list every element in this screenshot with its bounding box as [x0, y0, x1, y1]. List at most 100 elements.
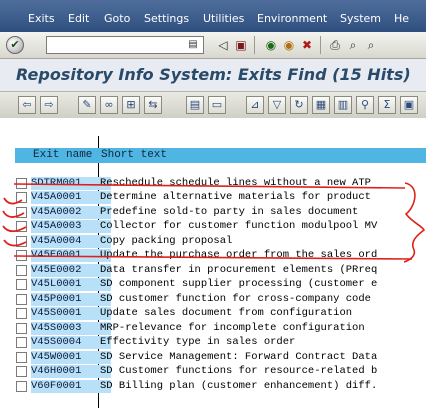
- exit-name[interactable]: V45E0002: [31, 264, 111, 277]
- find-icon[interactable]: ⌕: [344, 36, 362, 54]
- short-text: Copy packing proposal: [100, 235, 233, 247]
- export-icon[interactable]: ▦: [312, 96, 330, 114]
- column-header-short-text[interactable]: Short text: [101, 148, 167, 163]
- list-row[interactable]: V45E0002 Data transfer in procurement el…: [16, 264, 426, 277]
- row-checkbox[interactable]: [16, 236, 27, 247]
- list-row[interactable]: V45P0001 SD customer function for cross-…: [16, 293, 426, 306]
- list-row[interactable]: V45S0001 Update sales document from conf…: [16, 307, 426, 320]
- row-checkbox[interactable]: [16, 279, 27, 290]
- short-text: SD Service Management: Forward Contract …: [100, 351, 378, 363]
- menu-environment[interactable]: Environment: [257, 12, 327, 26]
- short-text: MRP-relevance for incomplete configurati…: [100, 322, 365, 334]
- exit-name[interactable]: V45P0001: [31, 293, 111, 306]
- toolbar-separator: [254, 36, 255, 54]
- row-checkbox[interactable]: [16, 366, 27, 377]
- short-text: SD customer function for cross-company c…: [100, 293, 371, 305]
- list-row[interactable]: V45L0001 SD component supplier processin…: [16, 278, 426, 291]
- exit-name[interactable]: V45L0001: [31, 278, 111, 291]
- print-icon[interactable]: ⎙: [326, 36, 344, 54]
- exit-name[interactable]: V45A0001: [31, 191, 111, 204]
- chevron-left-icon[interactable]: ◁: [214, 36, 232, 54]
- where-used-icon[interactable]: ⇆: [144, 96, 162, 114]
- row-checkbox[interactable]: [16, 178, 27, 189]
- calculator-icon[interactable]: ▤: [186, 96, 204, 114]
- find-next-icon[interactable]: ⌕: [362, 36, 380, 54]
- list-row[interactable]: V45E0001 Update the purchase order from …: [16, 249, 426, 262]
- exit-name[interactable]: V45A0002: [31, 206, 111, 219]
- menu-bar: Exits Edit Goto Settings Utilities Envir…: [0, 0, 426, 32]
- row-checkbox[interactable]: [16, 265, 27, 276]
- exit-name[interactable]: V60F0001: [31, 380, 111, 393]
- row-checkbox[interactable]: [16, 294, 27, 305]
- exit-name[interactable]: V45S0001: [31, 307, 111, 320]
- filter-set-icon[interactable]: ⚲: [356, 96, 374, 114]
- enter-button[interactable]: ✔: [6, 36, 24, 54]
- menu-settings[interactable]: Settings: [144, 12, 189, 26]
- subtotal-icon[interactable]: ▣: [400, 96, 418, 114]
- short-text: SD Billing plan (customer enhancement) d…: [100, 380, 378, 392]
- short-text: Effectivity type in sales order: [100, 336, 296, 348]
- exit-name[interactable]: V45S0003: [31, 322, 111, 335]
- refresh-icon[interactable]: ↻: [290, 96, 308, 114]
- exit-name[interactable]: SDTRM001: [31, 177, 111, 190]
- column-header-exit-name[interactable]: Exit name: [33, 148, 92, 163]
- command-field[interactable]: [46, 36, 204, 54]
- short-text: Predefine sold-to party in sales documen…: [100, 206, 359, 218]
- menu-system[interactable]: System: [340, 12, 381, 26]
- exit-name[interactable]: V45A0003: [31, 220, 111, 233]
- row-checkbox[interactable]: [16, 381, 27, 392]
- display-icon[interactable]: ▭: [208, 96, 226, 114]
- row-checkbox[interactable]: [16, 308, 27, 319]
- exit-name[interactable]: V45A0004: [31, 235, 111, 248]
- save-icon[interactable]: ▣: [232, 36, 250, 54]
- exit-name[interactable]: V45S0004: [31, 336, 111, 349]
- list-row[interactable]: V45S0003 MRP-relevance for incomplete co…: [16, 322, 426, 335]
- row-checkbox[interactable]: [16, 337, 27, 348]
- row-checkbox[interactable]: [16, 352, 27, 363]
- row-checkbox[interactable]: [16, 323, 27, 334]
- page-title: Repository Info System: Exits Find (15 H…: [16, 65, 411, 84]
- previous-icon[interactable]: ⇦: [18, 96, 36, 114]
- row-checkbox[interactable]: [16, 221, 27, 232]
- row-checkbox[interactable]: [16, 250, 27, 261]
- list-row[interactable]: V45A0002 Predefine sold-to party in sale…: [16, 206, 426, 219]
- pencil-icon[interactable]: ✎: [78, 96, 96, 114]
- menu-help[interactable]: He: [394, 12, 409, 26]
- list-row[interactable]: SDTRM001 Reschedule schedule lines witho…: [16, 177, 426, 190]
- list-row[interactable]: V60F0001 SD Billing plan (customer enhan…: [16, 380, 426, 393]
- menu-edit[interactable]: Edit: [68, 12, 89, 26]
- exit-name[interactable]: V45W0001: [31, 351, 111, 364]
- list-row[interactable]: V46H0001 SD Customer functions for resou…: [16, 365, 426, 378]
- exit-icon[interactable]: ◉: [280, 36, 298, 54]
- back-icon[interactable]: ◉: [262, 36, 280, 54]
- short-text: Determine alternative materials for prod…: [100, 191, 371, 203]
- short-text: SD component supplier processing (custom…: [100, 278, 378, 290]
- list-row[interactable]: V45A0004 Copy packing proposal: [16, 235, 426, 248]
- short-text: Reschedule schedule lines without a new …: [100, 177, 371, 189]
- hierarchy-icon[interactable]: ⊞: [122, 96, 140, 114]
- layout-icon[interactable]: ▥: [334, 96, 352, 114]
- list-row[interactable]: V45S0004 Effectivity type in sales order: [16, 336, 426, 349]
- list-row[interactable]: V45W0001 SD Service Management: Forward …: [16, 351, 426, 364]
- list-row[interactable]: V45A0003 Collector for customer function…: [16, 220, 426, 233]
- filter-icon[interactable]: ▽: [268, 96, 286, 114]
- short-text: SD Customer functions for resource-relat…: [100, 365, 378, 377]
- next-icon[interactable]: ⇨: [40, 96, 58, 114]
- row-checkbox[interactable]: [16, 192, 27, 203]
- list-header: Exit name Short text: [15, 148, 426, 163]
- exit-name[interactable]: V46H0001: [31, 365, 111, 378]
- standard-toolbar: ✔ ▤ ◁ ▣ ◉ ◉ ✖ ⎙ ⌕ ⌕: [0, 32, 426, 59]
- sum-icon[interactable]: Σ: [378, 96, 396, 114]
- toolbar-separator: [320, 36, 321, 54]
- sort-icon[interactable]: ⊿: [246, 96, 264, 114]
- list-row[interactable]: V45A0001 Determine alternative materials…: [16, 191, 426, 204]
- command-field-toggle-icon[interactable]: ▤: [186, 38, 200, 52]
- cancel-icon[interactable]: ✖: [298, 36, 316, 54]
- menu-exits[interactable]: Exits: [28, 12, 55, 26]
- menu-utilities[interactable]: Utilities: [203, 12, 244, 26]
- row-checkbox[interactable]: [16, 207, 27, 218]
- title-bar: Repository Info System: Exits Find (15 H…: [0, 59, 426, 91]
- menu-goto[interactable]: Goto: [104, 12, 130, 26]
- exit-name[interactable]: V45E0001: [31, 249, 111, 262]
- glasses-icon[interactable]: ∞: [100, 96, 118, 114]
